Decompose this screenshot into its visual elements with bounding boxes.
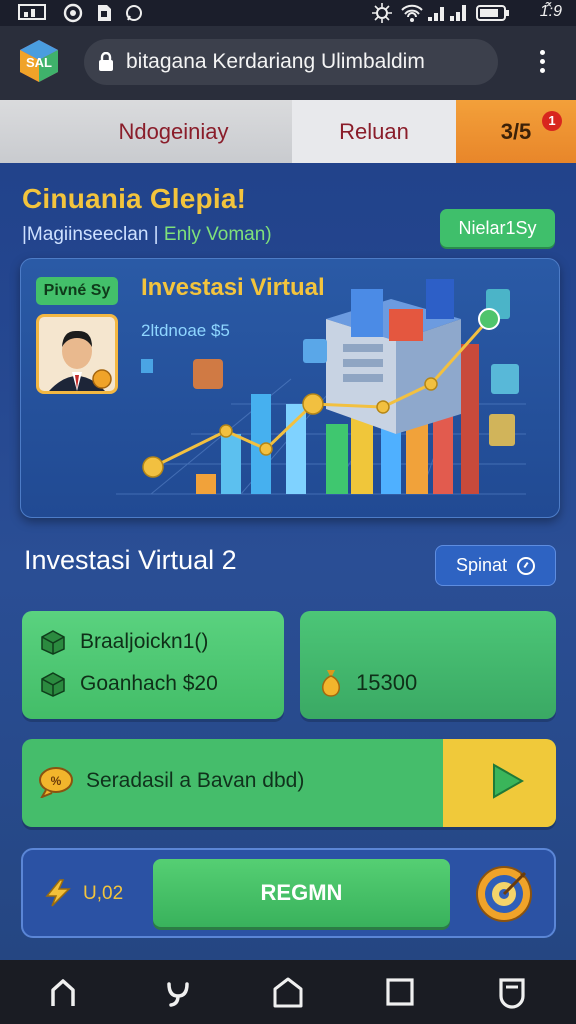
tab-progress[interactable]: 3/5 1 bbox=[456, 100, 576, 163]
tab-bar: Ndogeiniay Reluan 3/5 1 bbox=[0, 100, 576, 163]
stats-card-left[interactable]: Braaljoickn1() Goanhach $20 bbox=[22, 611, 284, 719]
coin-bag-icon bbox=[322, 670, 340, 697]
site-logo[interactable]: SAL bbox=[16, 38, 62, 84]
cube-icon bbox=[41, 630, 65, 655]
promo-card[interactable]: % Seradasil a Bavan dbd) bbox=[22, 739, 556, 827]
tab-label: 3/5 bbox=[500, 118, 532, 144]
back-icon[interactable] bbox=[494, 974, 530, 1010]
shortcut-icon[interactable] bbox=[160, 974, 196, 1010]
stat-row: Braaljoickn1() bbox=[40, 629, 208, 655]
section-title: Investasi Virtual 2 bbox=[24, 545, 237, 575]
stat-line-1: Braaljoickn1() bbox=[80, 630, 209, 653]
more-menu-icon[interactable] bbox=[534, 46, 550, 80]
welcome-subtitle: |Magiinseeclan | Enly Voman) bbox=[22, 224, 272, 246]
tab-reluan[interactable]: Reluan bbox=[292, 100, 456, 163]
target-icon[interactable] bbox=[475, 865, 533, 923]
stat-row: Goanhach $20 bbox=[40, 671, 218, 697]
home-button-icon[interactable] bbox=[270, 974, 306, 1010]
home-icon[interactable] bbox=[45, 974, 81, 1010]
browser-toolbar: SAL bitagana Kerdariang Ulimbaldim bbox=[0, 26, 576, 100]
svg-text:%: % bbox=[51, 774, 62, 788]
status-bar: 1̂:̃9 bbox=[0, 0, 576, 26]
tab-label: Ndogeiniay bbox=[118, 118, 229, 144]
main-action-button[interactable]: REGMN bbox=[153, 859, 450, 927]
chat-icon: % bbox=[38, 766, 74, 799]
play-icon[interactable] bbox=[486, 761, 526, 801]
url-text: bitagana Kerdariang Ulimbaldim bbox=[126, 50, 425, 73]
svg-text:SAL: SAL bbox=[26, 55, 52, 70]
hero-badge: Pivné Sy bbox=[36, 277, 118, 305]
hero-title: Investasi Virtual bbox=[141, 274, 325, 301]
avatar[interactable] bbox=[36, 314, 118, 394]
hero-card[interactable]: Pivné Sy Investasi Virtual 2ltdnoae $5 bbox=[20, 258, 560, 518]
image-icon bbox=[18, 3, 46, 27]
hero-subtitle: 2ltdnoae $5 bbox=[141, 321, 230, 340]
welcome-title: Cinuania Glepia! bbox=[22, 183, 247, 214]
promo-label: Seradasil a Bavan dbd) bbox=[86, 769, 305, 792]
status-time: 1̂:̃9 bbox=[539, 3, 562, 20]
coin-balance: 15300 bbox=[318, 668, 417, 698]
spinat-button[interactable]: Spinat bbox=[435, 545, 556, 586]
url-bar[interactable]: bitagana Kerdariang Ulimbaldim bbox=[84, 39, 498, 85]
bottom-action-panel: U,02 REGMN bbox=[21, 848, 556, 938]
lock-icon bbox=[98, 51, 114, 72]
recents-icon[interactable] bbox=[382, 974, 418, 1010]
notification-badge: 1 bbox=[542, 111, 562, 131]
stat-line-2: Goanhach $20 bbox=[80, 672, 218, 695]
welcome-subtitle-main: |Magiinseeclan | bbox=[22, 224, 164, 245]
clock-icon bbox=[517, 556, 536, 575]
lightning-icon bbox=[43, 878, 73, 908]
system-nav-bar bbox=[0, 960, 576, 1024]
tab-label: Reluan bbox=[339, 118, 409, 144]
energy-value: U,02 bbox=[83, 883, 124, 904]
welcome-action-button[interactable]: Nielar1Sy bbox=[440, 209, 555, 247]
coin-value: 15300 bbox=[356, 670, 418, 695]
welcome-subtitle-highlight: Enly Voman) bbox=[163, 224, 272, 245]
cube-icon bbox=[41, 672, 65, 697]
stats-card-right[interactable] bbox=[300, 611, 556, 719]
spinat-label: Spinat bbox=[455, 555, 508, 575]
tab-ndogeiniay[interactable]: Ndogeiniay bbox=[0, 100, 292, 163]
